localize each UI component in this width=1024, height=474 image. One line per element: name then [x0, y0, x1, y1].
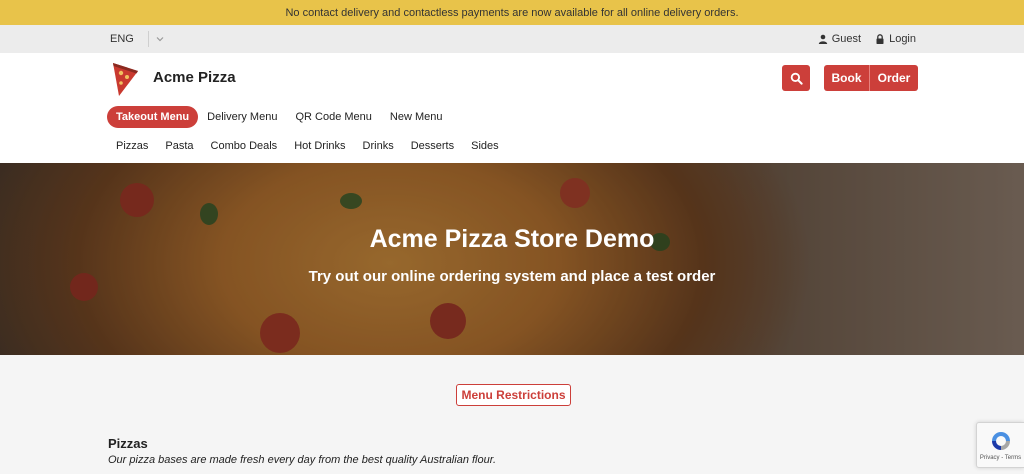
section-description: Our pizza bases are made fresh every day… — [108, 454, 497, 466]
pizza-slice-logo-icon[interactable] — [110, 60, 140, 98]
hero-subtitle: Try out our online ordering system and p… — [308, 268, 716, 285]
language-selector[interactable]: ENG — [110, 25, 165, 53]
tab-new-menu[interactable]: New Menu — [381, 106, 452, 128]
category-combo-deals[interactable]: Combo Deals — [211, 140, 278, 152]
hero-title: Acme Pizza Store Demo — [369, 225, 655, 253]
book-button[interactable]: Book — [824, 65, 870, 91]
chevron-down-icon — [156, 37, 164, 42]
top-bar: ENG Guest Login — [0, 25, 1024, 53]
login-label: Login — [889, 33, 916, 45]
site-header: Acme Pizza Book Order Takeout Menu Deliv… — [0, 53, 1024, 163]
login-link[interactable]: Login — [875, 33, 916, 45]
recaptcha-text[interactable]: Privacy - Terms — [980, 455, 1021, 461]
recaptcha-badge[interactable]: Privacy - Terms — [976, 422, 1024, 468]
category-desserts[interactable]: Desserts — [411, 140, 454, 152]
category-drinks[interactable]: Drinks — [363, 140, 394, 152]
menu-tabs: Takeout Menu Delivery Menu QR Code Menu … — [107, 106, 451, 128]
search-button[interactable] — [782, 65, 810, 91]
menu-restrictions-button[interactable]: Menu Restrictions — [456, 384, 571, 406]
user-icon — [818, 34, 827, 44]
cta-group: Book Order — [824, 65, 918, 91]
tab-qr-code-menu[interactable]: QR Code Menu — [286, 106, 380, 128]
announcement-text: No contact delivery and contactless paym… — [285, 6, 739, 19]
guest-account-link[interactable]: Guest — [818, 33, 861, 45]
recaptcha-icon — [991, 432, 1010, 450]
language-label: ENG — [110, 33, 134, 45]
hero-banner: Acme Pizza Store Demo Try out our online… — [0, 163, 1024, 355]
language-divider — [147, 31, 149, 47]
category-pizzas[interactable]: Pizzas — [116, 140, 148, 152]
tab-delivery-menu[interactable]: Delivery Menu — [198, 106, 286, 128]
category-pasta[interactable]: Pasta — [165, 140, 193, 152]
section-title: Pizzas — [108, 436, 148, 451]
category-hot-drinks[interactable]: Hot Drinks — [294, 140, 345, 152]
brand-name[interactable]: Acme Pizza — [153, 69, 236, 86]
announcement-bar: No contact delivery and contactless paym… — [0, 0, 1024, 25]
user-area: Guest Login — [818, 25, 916, 53]
hero-overlay — [0, 163, 1024, 355]
category-sides[interactable]: Sides — [471, 140, 499, 152]
tab-takeout-menu[interactable]: Takeout Menu — [107, 106, 199, 128]
guest-label: Guest — [831, 33, 862, 45]
lock-icon — [876, 34, 884, 44]
category-nav: Pizzas Pasta Combo Deals Hot Drinks Drin… — [116, 140, 499, 152]
order-button[interactable]: Order — [870, 65, 918, 91]
search-icon — [790, 72, 803, 85]
